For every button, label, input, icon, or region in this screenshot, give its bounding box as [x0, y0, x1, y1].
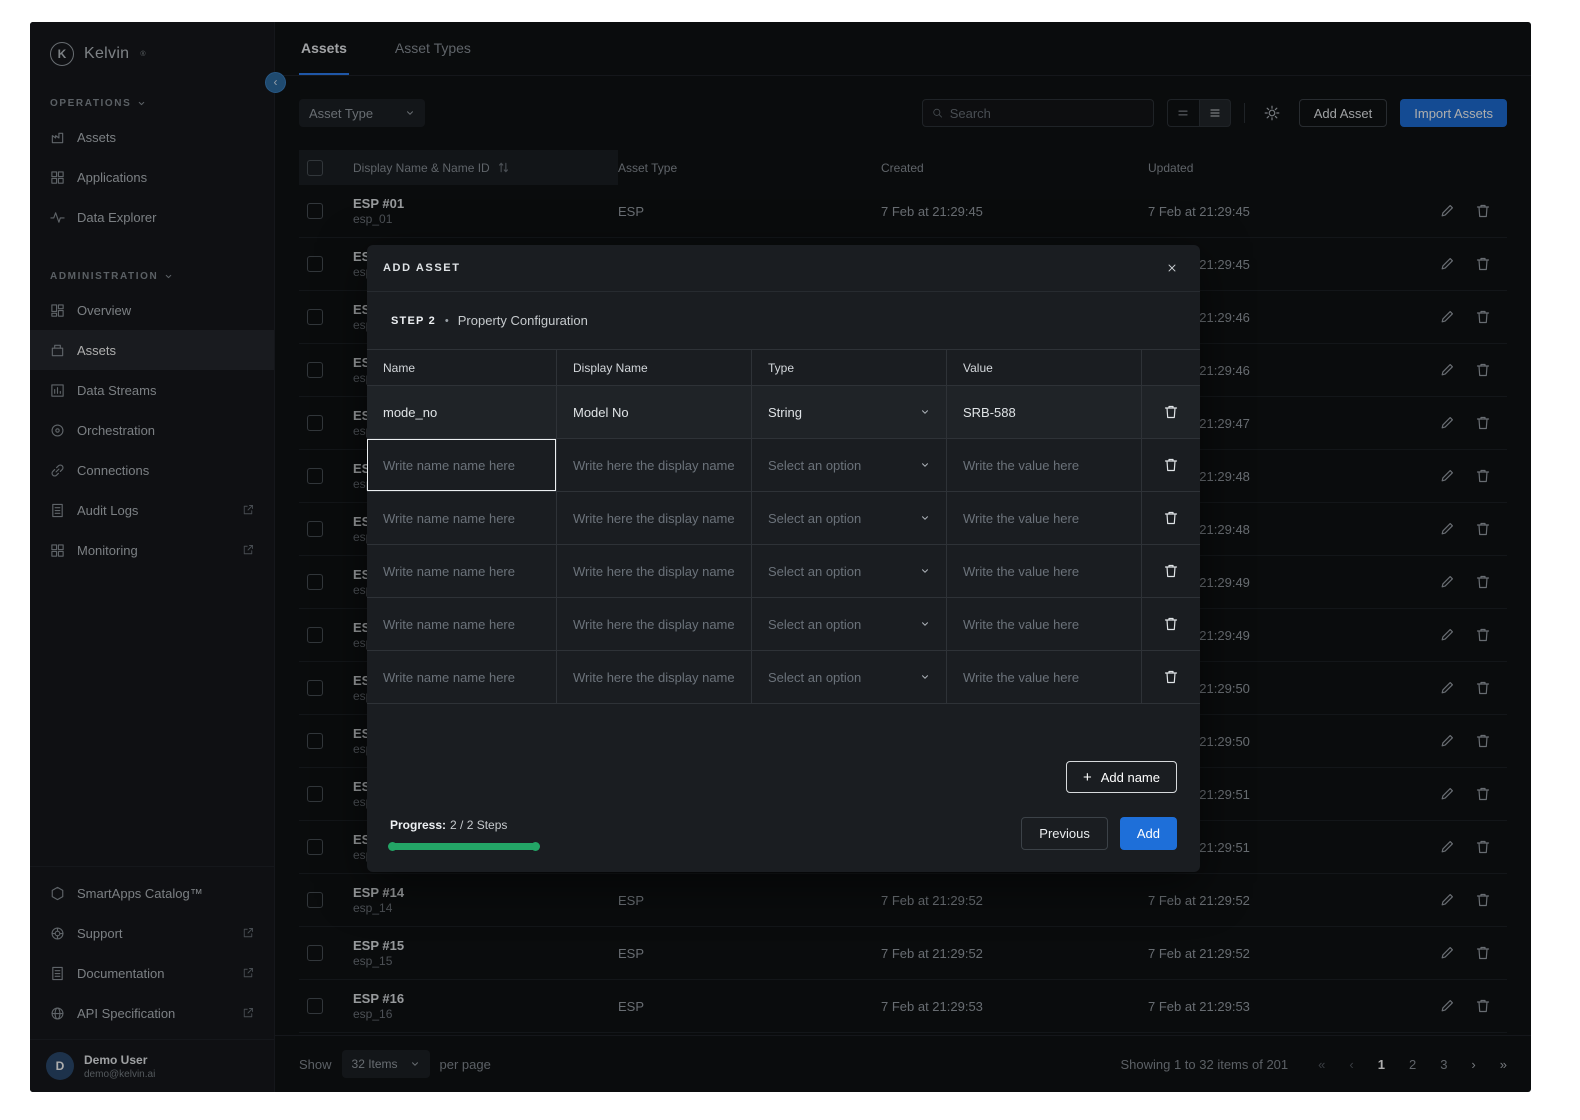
property-value-input[interactable]: [963, 598, 1141, 650]
trash-icon: [1163, 563, 1179, 579]
property-row-empty: Select an option: [367, 545, 1200, 598]
delete-property-button[interactable]: [1163, 404, 1179, 420]
property-row-empty: Select an option: [367, 492, 1200, 545]
property-type-value: String: [768, 405, 802, 420]
delete-property-button[interactable]: [1163, 616, 1179, 632]
property-value-input[interactable]: [963, 386, 1141, 438]
add-asset-modal: ADD ASSET STEP 2 • Property Configuratio…: [367, 245, 1200, 872]
property-type-select[interactable]: Select an option: [752, 545, 947, 598]
property-name-input[interactable]: [383, 598, 556, 650]
property-value-input[interactable]: [963, 545, 1141, 597]
delete-property-button[interactable]: [1163, 457, 1179, 473]
modal-header: ADD ASSET: [367, 245, 1200, 292]
property-value-input[interactable]: [963, 439, 1141, 491]
property-table-body: String Select an: [367, 386, 1200, 704]
property-type-placeholder: Select an option: [768, 564, 861, 579]
chevron-down-icon: [920, 460, 930, 470]
step-label: STEP 2: [391, 315, 436, 327]
property-type-select[interactable]: Select an option: [752, 439, 947, 492]
property-display-name-input[interactable]: [573, 545, 751, 597]
app-window: K Kelvin ® OPERATIONS Assets Application…: [30, 22, 1531, 1092]
property-row-empty: Select an option: [367, 598, 1200, 651]
property-type-placeholder: Select an option: [768, 670, 861, 685]
chevron-down-icon: [920, 407, 930, 417]
modal-title: ADD ASSET: [383, 262, 461, 274]
previous-button[interactable]: Previous: [1021, 817, 1108, 850]
close-modal-button[interactable]: [1162, 258, 1182, 278]
property-type-select[interactable]: Select an option: [752, 492, 947, 545]
property-type-placeholder: Select an option: [768, 511, 861, 526]
delete-property-button[interactable]: [1163, 510, 1179, 526]
chevron-down-icon: [920, 513, 930, 523]
property-name-input[interactable]: [383, 545, 556, 597]
property-name-input[interactable]: [383, 492, 556, 544]
property-display-name-input[interactable]: [573, 439, 751, 491]
modal-footer: Progress: 2 / 2 Steps Previous Add: [367, 817, 1200, 872]
property-name-input[interactable]: [383, 651, 556, 703]
property-row-filled: String: [367, 386, 1200, 439]
property-column-name: Name: [367, 350, 557, 386]
property-empty-rows: Select an option S: [367, 439, 1200, 704]
trash-icon: [1163, 510, 1179, 526]
property-table: Name Display Name Type Value String: [367, 349, 1200, 704]
delete-property-button[interactable]: [1163, 669, 1179, 685]
add-name-label: Add name: [1101, 770, 1160, 785]
property-type-placeholder: Select an option: [768, 458, 861, 473]
chevron-down-icon: [920, 566, 930, 576]
property-display-name-input[interactable]: [573, 598, 751, 650]
property-display-name-input[interactable]: [573, 651, 751, 703]
property-type-select[interactable]: Select an option: [752, 598, 947, 651]
property-column-type: Type: [752, 350, 947, 386]
progress-block: Progress: 2 / 2 Steps: [390, 818, 538, 850]
property-display-name-input[interactable]: [573, 492, 751, 544]
add-button[interactable]: Add: [1120, 817, 1177, 850]
trash-icon: [1163, 457, 1179, 473]
property-row-empty: Select an option: [367, 651, 1200, 704]
step-title: Property Configuration: [458, 313, 588, 328]
progress-bar: [390, 843, 538, 850]
chevron-down-icon: [920, 672, 930, 682]
property-column-display-name: Display Name: [557, 350, 752, 386]
property-value-input[interactable]: [963, 492, 1141, 544]
property-value-input[interactable]: [963, 651, 1141, 703]
progress-label: Progress:: [390, 818, 446, 832]
property-column-value: Value: [947, 350, 1142, 386]
property-type-select[interactable]: Select an option: [752, 651, 947, 704]
progress-value: 2 / 2 Steps: [450, 818, 507, 832]
property-display-name-input[interactable]: [573, 386, 751, 438]
modal-body: Name Display Name Type Value String: [367, 349, 1200, 872]
chevron-down-icon: [920, 619, 930, 629]
delete-property-button[interactable]: [1163, 563, 1179, 579]
plus-icon: +: [1083, 770, 1092, 785]
property-type-select[interactable]: String: [752, 386, 947, 439]
add-name-button[interactable]: + Add name: [1066, 761, 1177, 793]
trash-icon: [1163, 616, 1179, 632]
step-indicator: STEP 2 • Property Configuration: [367, 292, 1200, 349]
property-row-empty: Select an option: [367, 439, 1200, 492]
trash-icon: [1163, 404, 1179, 420]
trash-icon: [1163, 669, 1179, 685]
property-column-actions: [1142, 350, 1200, 386]
property-table-header: Name Display Name Type Value: [367, 350, 1200, 386]
close-icon: [1166, 262, 1178, 274]
property-name-input[interactable]: [383, 439, 556, 491]
step-separator: •: [445, 315, 449, 327]
property-type-placeholder: Select an option: [768, 617, 861, 632]
property-name-input[interactable]: [383, 386, 556, 438]
